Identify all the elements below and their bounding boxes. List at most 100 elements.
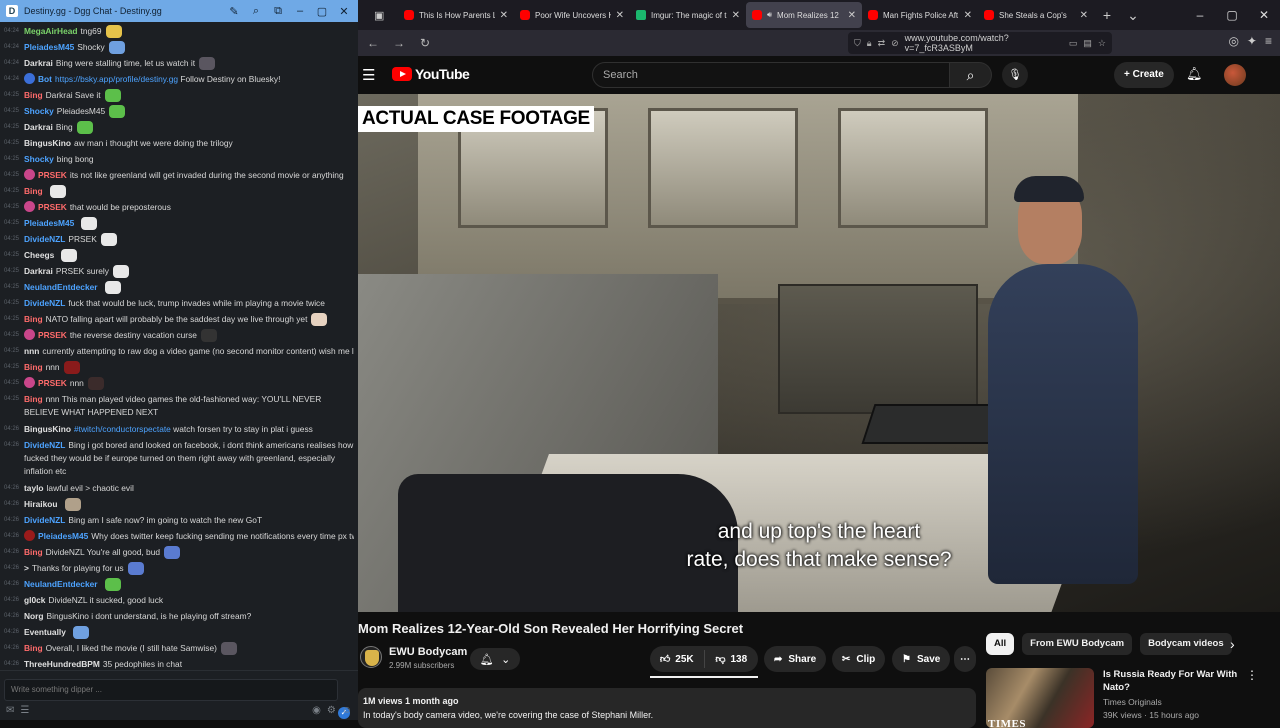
- clip-button[interactable]: ✂ Clip: [832, 646, 886, 672]
- chat-username[interactable]: Bing: [24, 186, 43, 196]
- close-tab-icon[interactable]: ✕: [616, 10, 624, 21]
- chevron-down-icon[interactable]: ⌄: [1120, 7, 1146, 24]
- extensions-icon[interactable]: ✦: [1247, 34, 1257, 48]
- chat-username[interactable]: Bing: [24, 394, 43, 404]
- chat-username[interactable]: Bing: [24, 547, 43, 557]
- close-tab-icon[interactable]: ✕: [732, 10, 740, 21]
- filter-chip[interactable]: All: [986, 633, 1015, 655]
- chat-input[interactable]: Write something dipper ...: [4, 679, 338, 701]
- new-tab-button[interactable]: +: [1094, 7, 1120, 23]
- dislike-button[interactable]: 👎︎ 138: [705, 653, 759, 666]
- reader-icon[interactable]: ▤: [1083, 38, 1092, 49]
- maximize-button[interactable]: ▢: [1216, 8, 1248, 22]
- back-button[interactable]: ←: [366, 36, 380, 50]
- chat-username[interactable]: PleiadesM45: [38, 531, 88, 541]
- browser-tab[interactable]: Man Fights Police Aft ✕: [862, 2, 978, 28]
- chat-username[interactable]: nnn: [24, 346, 39, 356]
- chat-username[interactable]: PRSEK: [38, 170, 67, 180]
- address-bar[interactable]: ⛉ 🔒︎ ⇄ ⊘ www.youtube.com/watch?v=7_fcR3A…: [848, 32, 1112, 54]
- bookmark-star-icon[interactable]: ☆: [1098, 38, 1106, 49]
- menu-icon[interactable]: ≡: [1265, 34, 1272, 48]
- chat-username[interactable]: Bing: [24, 362, 43, 372]
- eye-icon[interactable]: ◉: [312, 705, 321, 716]
- chat-username[interactable]: Bing: [24, 643, 43, 653]
- description-box[interactable]: 1M views 1 month ago In today's body cam…: [358, 688, 976, 728]
- speaker-icon[interactable]: 🔊︎: [767, 10, 772, 20]
- chat-username[interactable]: PRSEK: [38, 330, 67, 340]
- chat-link[interactable]: https://bsky.app/profile/destiny.gg: [55, 74, 178, 84]
- chat-username[interactable]: Bing: [24, 90, 43, 100]
- popout-icon[interactable]: ⧉: [270, 5, 286, 18]
- chat-username[interactable]: gl0ck: [24, 595, 45, 605]
- chat-username[interactable]: PleiadesM45: [24, 218, 74, 228]
- close-tab-icon[interactable]: ✕: [848, 10, 856, 21]
- chat-username[interactable]: MegaAirHead: [24, 26, 78, 36]
- users-icon[interactable]: ☺: [342, 705, 352, 716]
- more-actions-icon[interactable]: ⋯: [954, 646, 976, 672]
- chat-username[interactable]: Eventually: [24, 627, 66, 637]
- browser-tab[interactable]: 🔊︎ Mom Realizes 12 ✕: [746, 2, 862, 28]
- lock-icon[interactable]: 🔒︎: [867, 38, 872, 49]
- chat-username[interactable]: BingusKino: [24, 424, 71, 434]
- chat-username[interactable]: DivideNZL: [24, 440, 65, 450]
- shield-icon[interactable]: ⛉: [854, 38, 861, 49]
- chevron-right-icon[interactable]: ›: [1230, 636, 1235, 652]
- chat-username[interactable]: PRSEK: [38, 202, 67, 212]
- minimize-button[interactable]: –: [292, 5, 308, 17]
- browser-tab[interactable]: This Is How Parents L ✕: [398, 2, 514, 28]
- chat-username[interactable]: DivideNZL: [24, 298, 65, 308]
- recommended-channel[interactable]: Times Originals: [1103, 697, 1162, 707]
- chat-username[interactable]: Bot: [38, 74, 52, 84]
- save-button[interactable]: ⚑ Save: [892, 646, 951, 672]
- settings-icon[interactable]: ⚙: [327, 705, 336, 716]
- chat-username[interactable]: >: [24, 563, 29, 573]
- chat-list-icon[interactable]: ☰: [20, 705, 29, 716]
- user-avatar[interactable]: [1224, 64, 1246, 86]
- browser-tab[interactable]: Poor Wife Uncovers H ✕: [514, 2, 630, 28]
- url-text[interactable]: www.youtube.com/watch?v=7_fcR3ASByM: [905, 33, 1063, 53]
- filter-chip[interactable]: From EWU Bodycam: [1022, 633, 1133, 655]
- chat-username[interactable]: Shocky: [24, 106, 54, 116]
- chat-username[interactable]: NeulandEntdecker: [24, 579, 98, 589]
- chat-link[interactable]: #twitch/conductorspectate: [74, 424, 171, 434]
- chat-username[interactable]: DivideNZL: [24, 234, 65, 244]
- video-player[interactable]: ACTUAL CASE FOOTAGE and up top's the hea…: [358, 94, 1280, 612]
- forward-button[interactable]: →: [392, 36, 406, 50]
- pen-icon[interactable]: ✎: [226, 5, 242, 18]
- chat-username[interactable]: Shocky: [24, 154, 54, 164]
- create-button[interactable]: + Create: [1114, 62, 1174, 88]
- more-vert-icon[interactable]: ⋮: [1246, 668, 1258, 682]
- close-tab-icon[interactable]: ✕: [1080, 10, 1088, 21]
- recommended-title[interactable]: Is Russia Ready For War With Nato?: [1103, 668, 1243, 694]
- chat-username[interactable]: BingusKino: [24, 138, 71, 148]
- tracking-icon[interactable]: ⊘: [891, 38, 899, 49]
- close-button[interactable]: ✕: [1248, 8, 1280, 22]
- chat-username[interactable]: PRSEK: [38, 378, 67, 388]
- channel-avatar[interactable]: [360, 646, 382, 668]
- chat-username[interactable]: DivideNZL: [24, 515, 65, 525]
- account-icon[interactable]: ◎: [1228, 34, 1238, 48]
- close-button[interactable]: ✕: [336, 5, 352, 18]
- subscription-bell-button[interactable]: 🔔︎ ⌄: [470, 648, 520, 670]
- chat-username[interactable]: Norg: [24, 611, 44, 621]
- close-tab-icon[interactable]: ✕: [964, 10, 972, 21]
- minimize-button[interactable]: –: [1184, 8, 1216, 22]
- search-input[interactable]: Search: [592, 62, 950, 88]
- browser-tab[interactable]: Imgur: The magic of t ✕: [630, 2, 746, 28]
- chat-username[interactable]: ThreeHundredBPM: [24, 659, 100, 669]
- tab-list-icon[interactable]: ▣: [374, 9, 388, 22]
- recommended-video[interactable]: TIMES Is Russia Ready For War With Nato?…: [986, 668, 1276, 728]
- chat-username[interactable]: NeulandEntdecker: [24, 282, 98, 292]
- permissions-icon[interactable]: ⇄: [878, 38, 886, 49]
- browser-tab[interactable]: She Steals a Cop's ✕: [978, 2, 1094, 28]
- recommended-thumbnail[interactable]: TIMES: [986, 668, 1094, 728]
- share-button[interactable]: ➦ Share: [764, 646, 827, 672]
- reload-button[interactable]: ↻: [418, 36, 432, 50]
- whisper-icon[interactable]: ✉: [6, 705, 14, 716]
- chat-username[interactable]: Darkrai: [24, 122, 53, 132]
- search-icon[interactable]: ⌕: [950, 62, 992, 88]
- maximize-button[interactable]: ▢: [314, 5, 330, 18]
- chat-username[interactable]: Darkrai: [24, 58, 53, 68]
- chat-username[interactable]: PleiadesM45: [24, 42, 74, 52]
- filter-chip[interactable]: Bodycam videos: [1140, 633, 1232, 655]
